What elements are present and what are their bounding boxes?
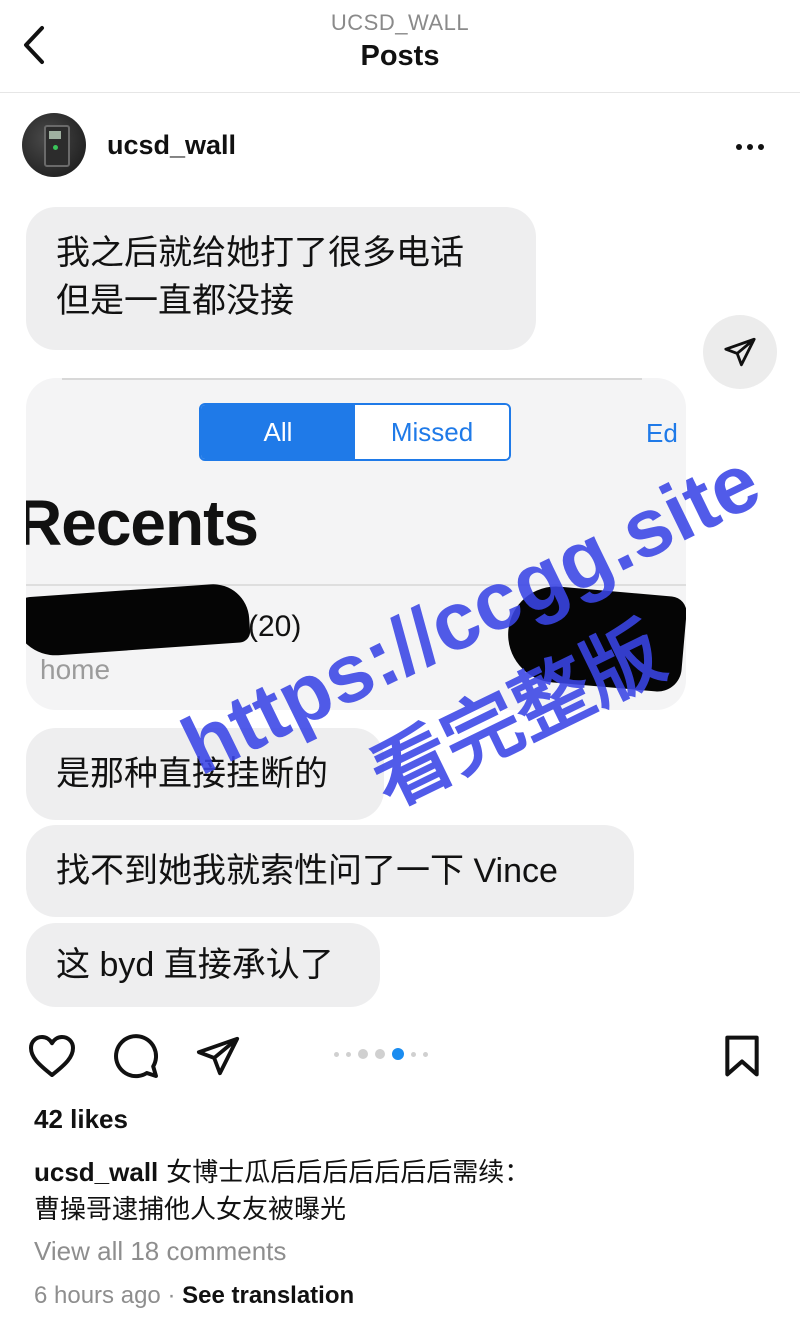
segment-missed: Missed xyxy=(355,405,509,459)
message-text: 我之后就给她打了很多电话 xyxy=(56,234,464,272)
account-name: UCSD_WALL xyxy=(330,10,470,35)
send-icon xyxy=(724,337,756,367)
more-horizontal-icon xyxy=(736,144,742,150)
separator-dot: · xyxy=(167,1282,176,1309)
like-button[interactable] xyxy=(26,1030,78,1082)
post-username[interactable]: ucsd_wall xyxy=(107,130,236,161)
message-bubble: 这 byd 直接承认了 xyxy=(26,923,380,1007)
caption-text: 曹操哥逮捕他人女友被曝光 xyxy=(34,1194,347,1224)
bookmark-icon xyxy=(725,1035,759,1077)
view-all-comments-link[interactable]: View all 18 comments xyxy=(34,1236,286,1267)
timestamp: 6 hours ago xyxy=(34,1282,161,1309)
message-bubble: 找不到她我就索性问了一下 Vince xyxy=(26,825,634,917)
send-icon xyxy=(196,1036,240,1076)
redaction-mark xyxy=(504,582,686,694)
message-bubble: 我之后就给她打了很多电话 但是一直都没接 xyxy=(26,207,536,350)
call-count: (20) xyxy=(248,610,302,643)
page-title: Posts xyxy=(360,40,440,72)
comment-icon xyxy=(114,1034,159,1079)
post-header: ucsd_wall xyxy=(0,100,800,196)
send-button[interactable] xyxy=(192,1030,244,1082)
segment-all: All xyxy=(201,405,355,459)
segmented-control: All Missed xyxy=(199,403,511,461)
avatar[interactable] xyxy=(22,113,86,177)
recents-heading: Recents xyxy=(26,487,259,559)
likes-count[interactable]: 42 likes xyxy=(34,1104,128,1135)
caption-text: 女博士瓜后后后后后后后需续： xyxy=(166,1157,531,1187)
heart-icon xyxy=(29,1035,75,1077)
edit-label: Ed xyxy=(646,418,678,448)
message-bubble: 是那种直接挂断的 xyxy=(26,728,384,820)
message-text: 找不到她我就索性问了一下 Vince xyxy=(56,852,558,890)
carousel-dot-active xyxy=(392,1048,404,1060)
post-caption: ucsd_wall 女博士瓜后后后后后后后需续： 曹操哥逮捕他人女友被曝光 xyxy=(34,1154,774,1228)
action-bar xyxy=(0,1020,800,1090)
divider xyxy=(26,584,686,586)
message-text: 这 byd 直接承认了 xyxy=(56,946,334,984)
post-meta: 6 hours ago · See translation xyxy=(34,1282,354,1310)
top-bar: UCSD_WALL Posts xyxy=(0,0,800,93)
message-text: 是那种直接挂断的 xyxy=(56,755,328,793)
share-button[interactable] xyxy=(703,315,777,389)
save-button[interactable] xyxy=(716,1030,768,1082)
call-label: home xyxy=(40,654,111,685)
see-translation-link[interactable]: See translation xyxy=(182,1282,354,1309)
carousel-indicator xyxy=(334,1048,428,1060)
more-options-button[interactable] xyxy=(736,144,764,150)
comment-button[interactable] xyxy=(110,1030,162,1082)
caption-username[interactable]: ucsd_wall xyxy=(34,1157,158,1187)
post-media[interactable]: 我之后就给她打了很多电话 但是一直都没接 All Missed Ed Recen… xyxy=(0,200,800,1010)
redaction-mark xyxy=(26,581,251,659)
embedded-screenshot: All Missed Ed Recents (20) home xyxy=(26,378,686,710)
message-text: 但是一直都没接 xyxy=(56,282,294,320)
